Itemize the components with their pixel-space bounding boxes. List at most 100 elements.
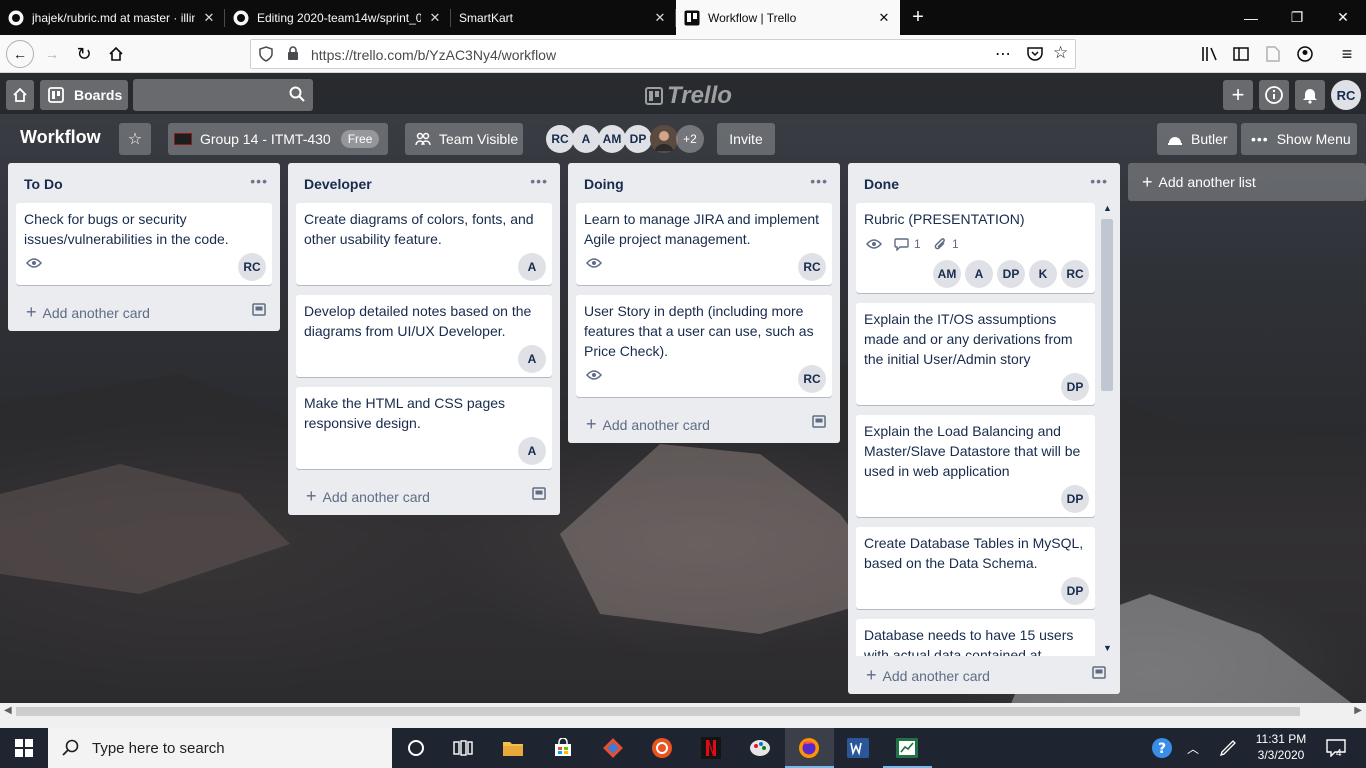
card-member-avatar[interactable]: DP bbox=[997, 260, 1025, 288]
task-view-icon[interactable] bbox=[449, 734, 477, 762]
pen-icon[interactable] bbox=[1214, 734, 1242, 762]
shield-icon[interactable] bbox=[259, 46, 273, 65]
firefox-icon[interactable] bbox=[795, 734, 823, 762]
card-member-avatar[interactable]: RC bbox=[798, 253, 826, 281]
card-member-avatar[interactable]: DP bbox=[1061, 373, 1089, 401]
list-menu-icon[interactable]: ••• bbox=[1090, 173, 1108, 189]
card-member-avatar[interactable]: A bbox=[518, 437, 546, 465]
pocket-icon[interactable] bbox=[1027, 46, 1043, 64]
card-member-avatar[interactable]: A bbox=[965, 260, 993, 288]
netflix-icon[interactable] bbox=[697, 734, 725, 762]
trello-logo[interactable]: Trello bbox=[645, 82, 732, 110]
card-member-avatar[interactable]: K bbox=[1029, 260, 1057, 288]
card[interactable]: Learn to manage JIRA and implement Agile… bbox=[576, 203, 832, 285]
close-tab-icon[interactable]: ✕ bbox=[427, 10, 443, 26]
list-title[interactable]: Done bbox=[864, 176, 899, 192]
account-icon[interactable] bbox=[1291, 40, 1319, 68]
add-list-button[interactable]: + Add another list bbox=[1128, 163, 1366, 201]
card-member-avatar[interactable]: RC bbox=[238, 253, 266, 281]
card-member-avatar[interactable]: A bbox=[518, 345, 546, 373]
star-board-button[interactable]: ☆ bbox=[119, 123, 151, 155]
cortana-icon[interactable] bbox=[402, 734, 430, 762]
show-hidden-icons-chevron[interactable]: ︿ bbox=[1179, 734, 1207, 762]
windows-start-icon[interactable] bbox=[10, 734, 38, 762]
card-member-avatar[interactable]: AM bbox=[933, 260, 961, 288]
hamburger-menu-icon[interactable]: ≡ bbox=[1333, 40, 1361, 68]
home-button[interactable] bbox=[6, 80, 34, 110]
card[interactable]: User Story in depth (including more feat… bbox=[576, 295, 832, 397]
help-icon[interactable]: ? bbox=[1148, 734, 1176, 762]
invite-button[interactable]: Invite bbox=[717, 123, 775, 155]
home-icon[interactable] bbox=[102, 40, 130, 68]
card-member-avatar[interactable]: RC bbox=[1061, 260, 1089, 288]
card[interactable]: Explain the Load Balancing and Master/Sl… bbox=[856, 415, 1095, 517]
card-template-icon[interactable] bbox=[812, 415, 826, 431]
bookmark-star-icon[interactable]: ☆ bbox=[1053, 43, 1068, 63]
team-button[interactable]: Group 14 - ITMT-430 Free bbox=[168, 123, 388, 155]
reader-view-icon[interactable] bbox=[1259, 40, 1287, 68]
close-tab-icon[interactable]: ✕ bbox=[652, 10, 668, 26]
sidebar-icon[interactable] bbox=[1227, 40, 1255, 68]
member-avatar[interactable]: AM bbox=[598, 125, 626, 153]
back-icon[interactable]: ← bbox=[6, 40, 34, 68]
taskbar-clock[interactable]: 11:31 PM 3/3/2020 bbox=[1246, 731, 1316, 763]
taskbar-search[interactable]: Type here to search bbox=[48, 728, 392, 768]
browser-tab-rubric[interactable]: jhajek/rubric.md at master · illinoistec… bbox=[0, 0, 225, 35]
card[interactable]: Make the HTML and CSS pages responsive d… bbox=[296, 387, 552, 469]
store-icon[interactable] bbox=[549, 734, 577, 762]
url-bar[interactable]: https://trello.com/b/YzAC3Ny4/workflow ⋯… bbox=[250, 39, 1076, 69]
create-button[interactable]: + bbox=[1223, 80, 1253, 110]
browser-tab-trello[interactable]: Workflow | Trello ✕ bbox=[676, 0, 900, 35]
notifications-button[interactable] bbox=[1295, 80, 1325, 110]
list-title[interactable]: Doing bbox=[584, 176, 624, 192]
member-avatar[interactable]: RC bbox=[546, 125, 574, 153]
info-button[interactable] bbox=[1259, 80, 1289, 110]
git-app-icon[interactable] bbox=[599, 734, 627, 762]
horizontal-scroll-thumb[interactable] bbox=[16, 707, 1300, 716]
boards-button[interactable]: Boards bbox=[40, 80, 128, 110]
list-title[interactable]: To Do bbox=[24, 176, 63, 192]
close-tab-icon[interactable]: ✕ bbox=[876, 10, 892, 26]
card-member-avatar[interactable]: DP bbox=[1061, 577, 1089, 605]
add-card-button[interactable]: + Add another card bbox=[26, 302, 150, 323]
library-icon[interactable] bbox=[1196, 40, 1224, 68]
forward-icon[interactable]: → bbox=[38, 40, 66, 68]
member-photo-avatar[interactable] bbox=[650, 125, 678, 153]
word-icon[interactable] bbox=[844, 734, 872, 762]
user-avatar[interactable]: RC bbox=[1331, 80, 1361, 110]
butler-button[interactable]: Butler bbox=[1157, 123, 1237, 155]
page-actions-icon[interactable]: ⋯ bbox=[995, 44, 1011, 64]
card[interactable]: Check for bugs or security issues/vulner… bbox=[16, 203, 272, 285]
ubuntu-icon[interactable] bbox=[648, 734, 676, 762]
spreadsheet-app-icon[interactable] bbox=[893, 734, 921, 762]
paint-icon[interactable] bbox=[746, 734, 774, 762]
lock-icon[interactable] bbox=[287, 46, 299, 64]
add-card-button[interactable]: + Add another card bbox=[866, 665, 990, 686]
list-menu-icon[interactable]: ••• bbox=[810, 173, 828, 189]
card[interactable]: Database needs to have 15 users with act… bbox=[856, 619, 1095, 656]
card[interactable]: Create Database Tables in MySQL, based o… bbox=[856, 527, 1095, 609]
card[interactable]: Create diagrams of colors, fonts, and ot… bbox=[296, 203, 552, 285]
trello-search-input[interactable] bbox=[133, 79, 313, 111]
scroll-down-arrow[interactable]: ▼ bbox=[1103, 643, 1112, 653]
card-member-avatar[interactable]: DP bbox=[1061, 485, 1089, 513]
show-menu-button[interactable]: ••• Show Menu bbox=[1241, 123, 1357, 155]
board-title[interactable]: Workflow bbox=[20, 127, 101, 148]
card[interactable]: Develop detailed notes based on the diag… bbox=[296, 295, 552, 377]
card-member-avatar[interactable]: RC bbox=[798, 365, 826, 393]
browser-tab-smartkart[interactable]: SmartKart ✕ bbox=[451, 0, 676, 35]
scroll-thumb[interactable] bbox=[1101, 219, 1113, 391]
scroll-left-arrow[interactable]: ◀ bbox=[4, 705, 12, 716]
browser-tab-editing[interactable]: Editing 2020-team14w/sprint_0 ✕ bbox=[225, 0, 451, 35]
done-card-scroll[interactable]: Rubric (PRESENTATION) 1 1 AM A DP K RC E… bbox=[848, 203, 1120, 656]
file-explorer-icon[interactable] bbox=[499, 734, 527, 762]
horizontal-scrollbar[interactable]: ◀ ▶ bbox=[0, 703, 1366, 720]
card-template-icon[interactable] bbox=[252, 303, 266, 319]
list-scrollbar[interactable]: ▲ ▼ bbox=[1099, 203, 1115, 656]
card[interactable]: Rubric (PRESENTATION) 1 1 AM A DP K RC bbox=[856, 203, 1095, 293]
card[interactable]: Explain the IT/OS assumptions made and o… bbox=[856, 303, 1095, 405]
member-avatar[interactable]: A bbox=[572, 125, 600, 153]
list-menu-icon[interactable]: ••• bbox=[530, 173, 548, 189]
member-avatar[interactable]: DP bbox=[624, 125, 652, 153]
visibility-button[interactable]: Team Visible bbox=[405, 123, 523, 155]
